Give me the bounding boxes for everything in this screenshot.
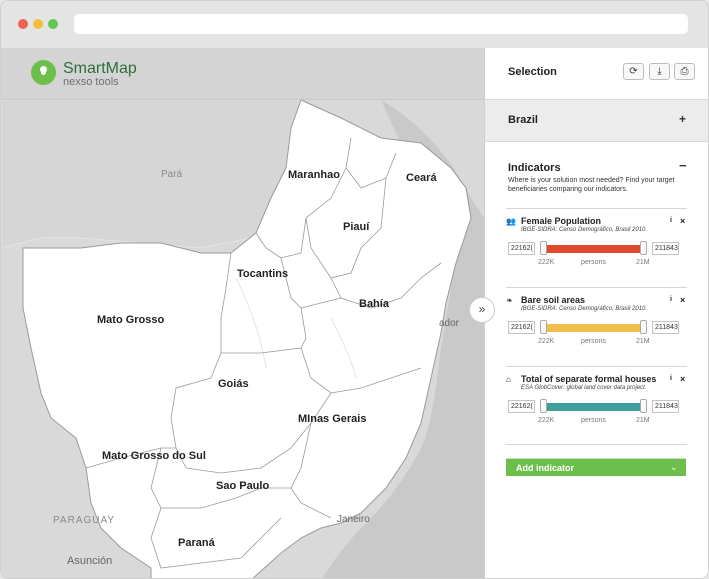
people-icon: 👥	[506, 217, 516, 226]
add-indicator-label: Add indicator	[516, 463, 574, 473]
indicator-card-bare-soil: ❧ Bare soil areas IBGE-SIDRA: Censo Demo…	[506, 287, 687, 366]
min-handle[interactable]	[540, 241, 547, 255]
address-bar[interactable]	[74, 14, 688, 34]
print-icon[interactable]: ⎙	[674, 63, 695, 80]
region-label-bahia[interactable]: Bahía	[359, 298, 389, 310]
map-view[interactable]: SmartMap nexso tools Maranhao Ceará Piau…	[1, 48, 484, 578]
map-canvas	[1, 99, 484, 578]
indicators-description: Where is your solution most needed? Find…	[508, 177, 675, 193]
range-track[interactable]	[543, 403, 643, 411]
min-value-input[interactable]: 22162(	[508, 400, 535, 413]
range-track[interactable]	[543, 245, 643, 253]
scale-max: 21M	[636, 417, 650, 424]
region-label-piaui[interactable]: Piauí	[343, 221, 369, 233]
map-label-para: Pará	[161, 169, 183, 180]
indicator-card-female-population: 👥 Female Population IBGE-SIDRA: Censo De…	[506, 208, 687, 287]
scale-max: 21M	[636, 338, 650, 345]
scale-max: 21M	[636, 259, 650, 266]
scale-min: 222K	[538, 259, 555, 266]
indicator-source: IBGE-SIDRA: Censo Demográfico, Brasil 20…	[521, 306, 648, 312]
indicator-title: Bare soil areas	[521, 295, 586, 305]
region-label-mato-grosso-do-sul[interactable]: Mato Grosso do Sul	[102, 450, 206, 462]
max-handle[interactable]	[640, 320, 647, 334]
close-window-button[interactable]	[18, 19, 28, 29]
map-header: SmartMap nexso tools	[1, 48, 484, 100]
country-selector[interactable]: Brazil +	[485, 100, 708, 142]
leaf-icon: ❧	[506, 296, 513, 305]
indicator-source: ESA GlobCover: global land cover data pr…	[521, 385, 647, 391]
maximize-window-button[interactable]	[48, 19, 58, 29]
max-value-input[interactable]: 211843	[652, 400, 679, 413]
map-label-asuncion: Asunción	[67, 555, 113, 567]
region-label-ceara[interactable]: Ceará	[406, 172, 437, 184]
indicator-title: Total of separate formal houses	[521, 374, 657, 384]
double-chevron-right-icon[interactable]: »	[469, 297, 495, 323]
info-icon[interactable]: i	[670, 217, 672, 224]
house-icon: ⌂	[506, 375, 511, 384]
region-label-tocantins[interactable]: Tocantins	[237, 268, 288, 280]
range-track[interactable]	[543, 324, 643, 332]
close-icon[interactable]: ×	[680, 374, 685, 384]
refresh-icon[interactable]: ⟳	[623, 63, 644, 80]
max-handle[interactable]	[640, 399, 647, 413]
max-value-input[interactable]: 211843	[652, 321, 679, 334]
region-label-parana[interactable]: Paraná	[178, 537, 215, 549]
info-icon[interactable]: i	[670, 375, 672, 382]
min-handle[interactable]	[540, 399, 547, 413]
close-icon[interactable]: ×	[680, 216, 685, 226]
close-icon[interactable]: ×	[680, 295, 685, 305]
divider	[506, 444, 687, 445]
map-label-salvador: ador	[439, 318, 460, 329]
region-label-minas-gerais[interactable]: MInas Gerais	[298, 413, 366, 425]
scale-unit: persons	[581, 417, 606, 424]
scale-unit: persons	[581, 259, 606, 266]
min-value-input[interactable]: 22162(	[508, 321, 535, 334]
browser-window: SmartMap nexso tools Maranhao Ceará Piau…	[0, 0, 709, 579]
country-name: Brazil	[508, 114, 538, 126]
scale-min: 222K	[538, 338, 555, 345]
indicator-title: Female Population	[521, 216, 602, 226]
scale-min: 222K	[538, 417, 555, 424]
selection-header: Selection ⟳ ⤓ ⎙	[485, 48, 708, 100]
minimize-window-button[interactable]	[33, 19, 43, 29]
map-label-paraguay: PARAGUAY	[53, 515, 116, 526]
max-handle[interactable]	[640, 241, 647, 255]
region-label-sao-paulo[interactable]: Sao Paulo	[216, 480, 269, 492]
indicators-title: Indicators	[508, 162, 561, 174]
region-label-mato-grosso[interactable]: Mato Grosso	[97, 314, 164, 326]
min-value-input[interactable]: 22162(	[508, 242, 535, 255]
app-logo-subtitle: nexso tools	[63, 76, 119, 88]
map-pin-icon	[31, 60, 56, 85]
selection-title: Selection	[508, 66, 557, 78]
chevron-down-icon: ⌄	[670, 462, 678, 472]
max-value-input[interactable]: 211843	[652, 242, 679, 255]
info-icon[interactable]: i	[670, 296, 672, 303]
region-label-maranhao[interactable]: Maranhao	[288, 169, 340, 181]
collapse-indicators-button[interactable]: −	[679, 158, 687, 173]
browser-chrome	[1, 1, 708, 48]
selection-panel: Selection ⟳ ⤓ ⎙ Brazil + Indicators − Wh…	[484, 48, 708, 578]
expand-country-button[interactable]: +	[679, 112, 686, 126]
region-label-goias[interactable]: Goiás	[218, 378, 249, 390]
min-handle[interactable]	[540, 320, 547, 334]
indicator-source: IBGE-SIDRA: Censo Demográfico, Brasil 20…	[521, 227, 648, 233]
download-icon[interactable]: ⤓	[649, 63, 670, 80]
map-label-janeiro: Janeiro	[337, 514, 370, 525]
add-indicator-button[interactable]: Add indicator ⌄	[506, 458, 686, 476]
indicator-card-formal-houses: ⌂ Total of separate formal houses ESA Gl…	[506, 366, 687, 445]
scale-unit: persons	[581, 338, 606, 345]
